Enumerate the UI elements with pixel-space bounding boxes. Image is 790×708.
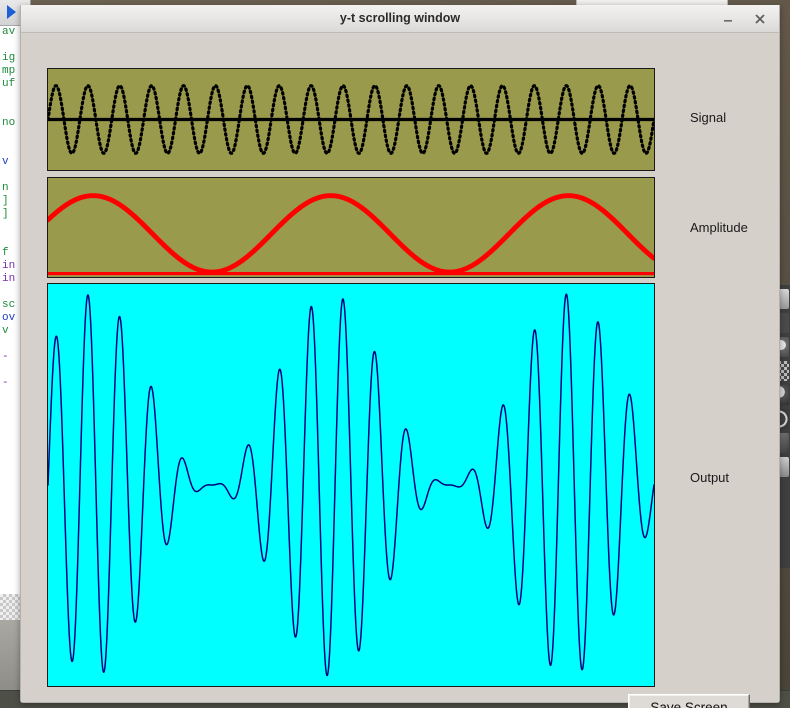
window-client-area: Signal Amplitude Output Save Screen xyxy=(21,33,779,708)
output-label: Output xyxy=(690,470,730,485)
amplitude-label: Amplitude xyxy=(690,220,748,235)
window-title: y-t scrolling window xyxy=(339,11,461,25)
signal-plot-svg xyxy=(48,84,654,155)
amplitude-plot xyxy=(47,177,655,278)
output-plot-svg xyxy=(48,293,654,677)
amplitude-trace xyxy=(48,193,654,275)
screen: av ig mp uf no v n]] f in in sc ov v - - y-t scrolling… xyxy=(0,0,790,708)
window-controls xyxy=(719,5,769,33)
signal-plot xyxy=(47,68,655,171)
app-window: y-t scrolling window Signal Amplitude Ou… xyxy=(20,5,780,708)
close-icon[interactable] xyxy=(751,10,769,28)
output-trace xyxy=(48,293,654,677)
amplitude-plot-svg xyxy=(48,193,654,276)
minimize-icon[interactable] xyxy=(719,10,737,28)
run-icon[interactable] xyxy=(7,5,16,19)
signal-label: Signal xyxy=(690,110,727,125)
save-screen-button[interactable]: Save Screen xyxy=(628,694,750,708)
window-titlebar[interactable]: y-t scrolling window xyxy=(21,5,779,33)
output-plot xyxy=(47,283,655,687)
